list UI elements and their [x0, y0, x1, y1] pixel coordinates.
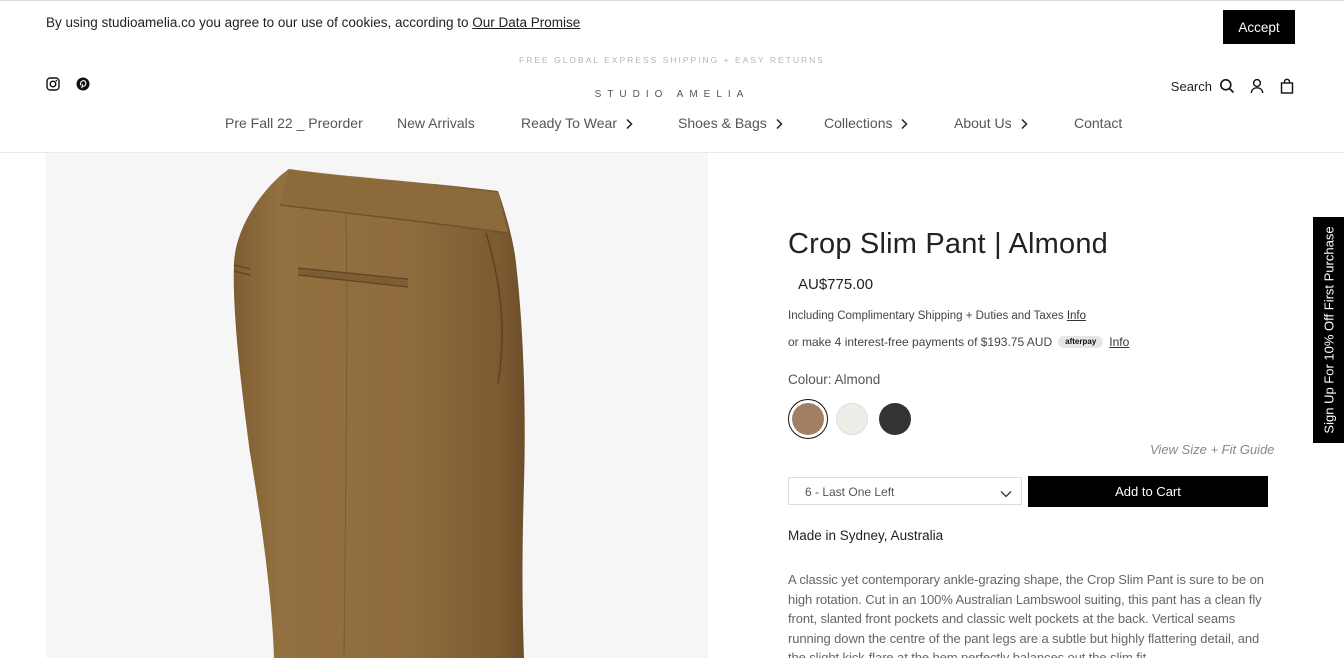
signup-tab-label: Sign Up For 10% Off First Purchase [1321, 226, 1336, 434]
swatch-charcoal[interactable] [879, 403, 911, 435]
nav-item-label: Ready To Wear [521, 115, 617, 131]
size-guide-link[interactable]: View Size + Fit Guide [1150, 442, 1274, 457]
chevron-right-icon [625, 117, 634, 130]
pant-illustration [233, 169, 525, 658]
size-select[interactable]: 6 - Last One Left [788, 477, 1022, 505]
product-image[interactable] [46, 153, 708, 658]
nav-item-label: Shoes & Bags [678, 115, 767, 131]
nav-item-about-us[interactable]: About Us [954, 115, 1029, 131]
product-description: A classic yet contemporary ankle-grazing… [788, 572, 1264, 658]
shipping-banner: FREE GLOBAL EXPRESS SHIPPING + EASY RETU… [519, 55, 825, 65]
nav-item-collections[interactable]: Collections [824, 115, 909, 131]
chevron-right-icon [775, 117, 784, 130]
nav-item-label: New Arrivals [397, 115, 475, 131]
nav-item-label: About Us [954, 115, 1012, 131]
account-icon[interactable] [1249, 78, 1265, 94]
search-icon [1219, 78, 1235, 94]
nav-item-pre-fall[interactable]: Pre Fall 22 _ Preorder [225, 115, 363, 131]
shipping-note: Including Complimentary Shipping + Dutie… [788, 310, 1086, 322]
cookie-banner: By using studioamelia.co you agree to ou… [0, 0, 1344, 48]
signup-tab[interactable]: Sign Up For 10% Off First Purchase [1313, 217, 1344, 443]
search-label: Search [1170, 78, 1212, 94]
nav-item-ready-to-wear[interactable]: Ready To Wear [521, 115, 634, 131]
main-nav: Pre Fall 22 _ Preorder New Arrivals Read… [0, 115, 1344, 135]
afterpay-logo: afterpay [1058, 336, 1104, 348]
data-promise-link[interactable]: Our Data Promise [472, 15, 580, 30]
size-select-value: 6 - Last One Left [805, 485, 895, 499]
nav-item-new-arrivals[interactable]: New Arrivals [397, 115, 475, 131]
afterpay-text: or make 4 interest-free payments of $193… [788, 335, 1053, 349]
nav-item-label: Collections [824, 115, 893, 131]
colour-label: Colour: Almond [788, 372, 881, 387]
cart-icon[interactable] [1279, 78, 1295, 94]
nav-item-contact[interactable]: Contact [1074, 115, 1122, 131]
add-to-cart-button[interactable]: Add to Cart [1028, 476, 1268, 507]
swatch-almond[interactable] [792, 403, 824, 435]
site-logo[interactable]: STUDIO AMELIA [0, 89, 1344, 100]
swatch-cream[interactable] [836, 403, 868, 435]
afterpay-line: or make 4 interest-free payments of $193… [788, 335, 1129, 349]
nav-item-label: Pre Fall 22 _ Preorder [225, 115, 363, 131]
chevron-right-icon [1020, 117, 1029, 130]
chevron-right-icon [900, 117, 909, 130]
afterpay-info-link[interactable]: Info [1109, 335, 1129, 349]
shipping-note-text: Including Complimentary Shipping + Dutie… [788, 310, 1064, 322]
product-price: AU$775.00 [798, 276, 874, 293]
header-actions: Search [1171, 78, 1295, 94]
search-button[interactable]: Search [1171, 78, 1235, 94]
cookie-message: By using studioamelia.co you agree to ou… [46, 15, 473, 30]
chevron-down-icon [1000, 486, 1012, 498]
product-title: Crop Slim Pant | Almond [788, 228, 1108, 260]
nav-item-shoes-bags[interactable]: Shoes & Bags [678, 115, 784, 131]
shipping-info-link[interactable]: Info [1067, 310, 1086, 322]
nav-item-label: Contact [1074, 115, 1123, 131]
accept-cookies-button[interactable]: Accept [1223, 10, 1295, 44]
made-in-text: Made in Sydney, Australia [788, 528, 944, 543]
cookie-text: By using studioamelia.co you agree to ou… [46, 15, 580, 30]
